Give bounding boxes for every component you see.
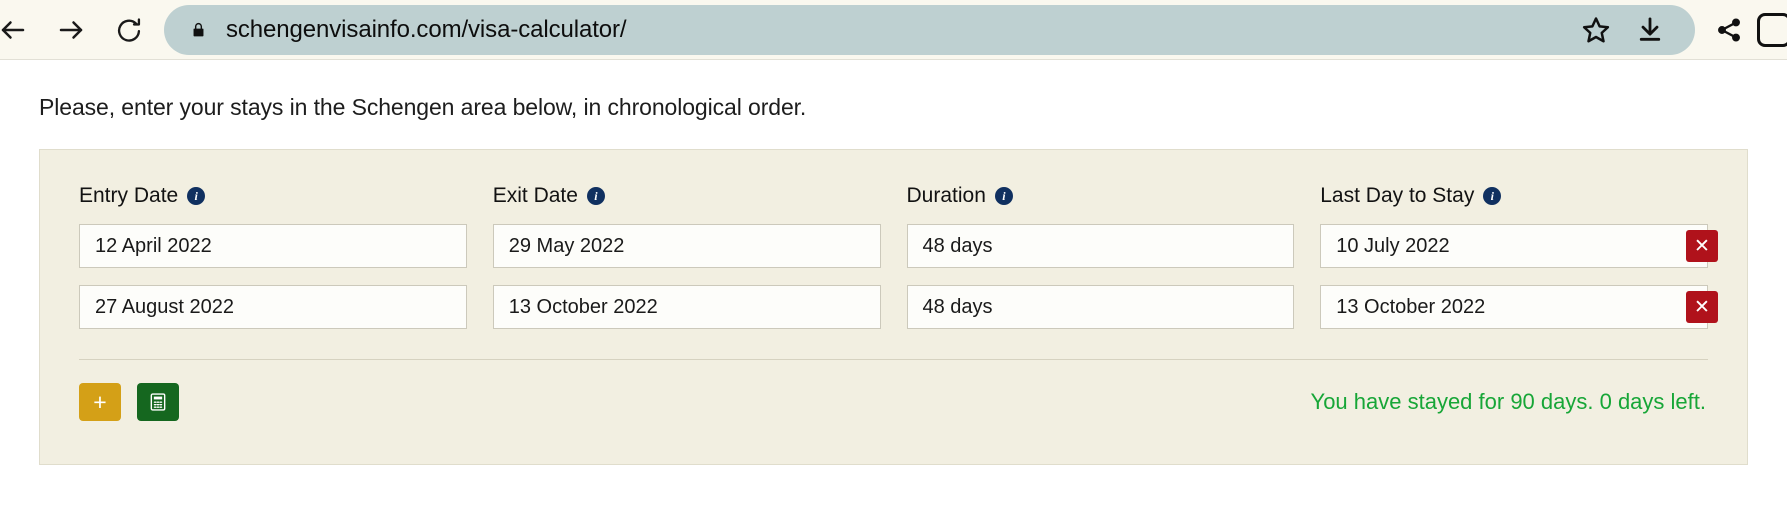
page-content: Please, enter your stays in the Schengen… xyxy=(0,60,1787,527)
column-header-row: Entry Date i Exit Date i Duration i Last… xyxy=(79,184,1708,224)
intro-text: Please, enter your stays in the Schengen… xyxy=(39,94,807,120)
duration-cell: 48 days xyxy=(906,285,1295,329)
label-exit-date-text: Exit Date xyxy=(492,184,578,207)
last-day-cell: 13 October 2022 ✕ xyxy=(1320,285,1718,329)
label-exit-date: Exit Date i xyxy=(493,184,881,208)
entry-date-input[interactable]: 27 August 2022 xyxy=(79,285,467,329)
reload-icon xyxy=(117,17,141,42)
calculator-icon xyxy=(150,393,166,411)
exit-date-cell: 13 October 2022 xyxy=(492,285,881,329)
lock-icon xyxy=(188,18,208,42)
status-message: You have stayed for 90 days. 0 days left… xyxy=(1310,389,1706,414)
duration-field: 48 days xyxy=(906,224,1295,268)
column-last-day: Last Day to Stay i xyxy=(1320,184,1708,224)
last-day-cell: 10 July 2022 ✕ xyxy=(1320,224,1718,268)
visa-calculator-card: Entry Date i Exit Date i Duration i Last… xyxy=(39,149,1748,465)
column-duration: Duration i xyxy=(907,184,1295,224)
row-spacer xyxy=(79,268,1708,285)
url-text: schengenvisainfo.com/visa-calculator/ xyxy=(226,15,627,43)
add-row-button[interactable]: + xyxy=(79,383,121,421)
exit-date-cell: 29 May 2022 xyxy=(492,224,881,268)
entry-date-cell: 27 August 2022 xyxy=(79,285,467,329)
star-icon xyxy=(1582,16,1610,42)
share-button[interactable] xyxy=(1701,6,1757,54)
info-icon[interactable]: i xyxy=(586,187,605,205)
info-icon[interactable]: i xyxy=(994,187,1013,205)
stay-row: 27 August 2022 13 October 2022 48 days 1… xyxy=(79,285,1718,329)
column-entry-date: Entry Date i xyxy=(79,184,467,224)
duration-cell: 48 days xyxy=(906,224,1295,268)
stay-row: 12 April 2022 29 May 2022 48 days 10 Jul… xyxy=(79,224,1718,268)
download-icon xyxy=(1639,17,1661,41)
browser-toolbar: schengenvisainfo.com/visa-calculator/ xyxy=(0,0,1787,60)
share-icon xyxy=(1718,17,1740,42)
exit-date-input[interactable]: 13 October 2022 xyxy=(492,285,881,329)
entry-date-input[interactable]: 12 April 2022 xyxy=(79,224,467,268)
arrow-left-icon xyxy=(1,20,25,39)
reload-button[interactable] xyxy=(100,1,158,59)
delete-row-button[interactable]: ✕ xyxy=(1686,291,1718,323)
footer-button-group: + xyxy=(79,383,179,421)
entry-date-cell: 12 April 2022 xyxy=(79,224,467,268)
tab-counter-button[interactable] xyxy=(1757,12,1787,47)
info-icon[interactable]: i xyxy=(1483,187,1502,205)
address-bar[interactable]: schengenvisainfo.com/visa-calculator/ xyxy=(164,4,1695,55)
info-icon[interactable]: i xyxy=(187,187,206,205)
last-day-field: 10 July 2022 xyxy=(1320,224,1708,268)
calculator-footer: + You have stayed for 90 days. 0 days le… xyxy=(79,360,1708,451)
forward-button[interactable] xyxy=(42,1,100,59)
label-entry-date: Entry Date i xyxy=(79,184,467,208)
label-entry-date-text: Entry Date xyxy=(79,184,179,207)
label-last-day-to-stay: Last Day to Stay i xyxy=(1320,184,1708,208)
download-button[interactable] xyxy=(1623,8,1677,52)
label-duration-text: Duration xyxy=(906,184,986,207)
exit-date-input[interactable]: 29 May 2022 xyxy=(492,224,881,268)
last-day-field: 13 October 2022 xyxy=(1320,285,1708,329)
label-duration: Duration i xyxy=(907,184,1295,208)
arrow-right-icon xyxy=(59,20,83,39)
column-exit-date: Exit Date i xyxy=(493,184,881,224)
duration-field: 48 days xyxy=(906,285,1295,329)
back-button[interactable] xyxy=(0,1,42,59)
delete-row-button[interactable]: ✕ xyxy=(1686,230,1718,262)
calculate-button[interactable] xyxy=(137,383,179,421)
bookmark-button[interactable] xyxy=(1569,8,1623,52)
label-last-day-text: Last Day to Stay xyxy=(1320,184,1475,207)
